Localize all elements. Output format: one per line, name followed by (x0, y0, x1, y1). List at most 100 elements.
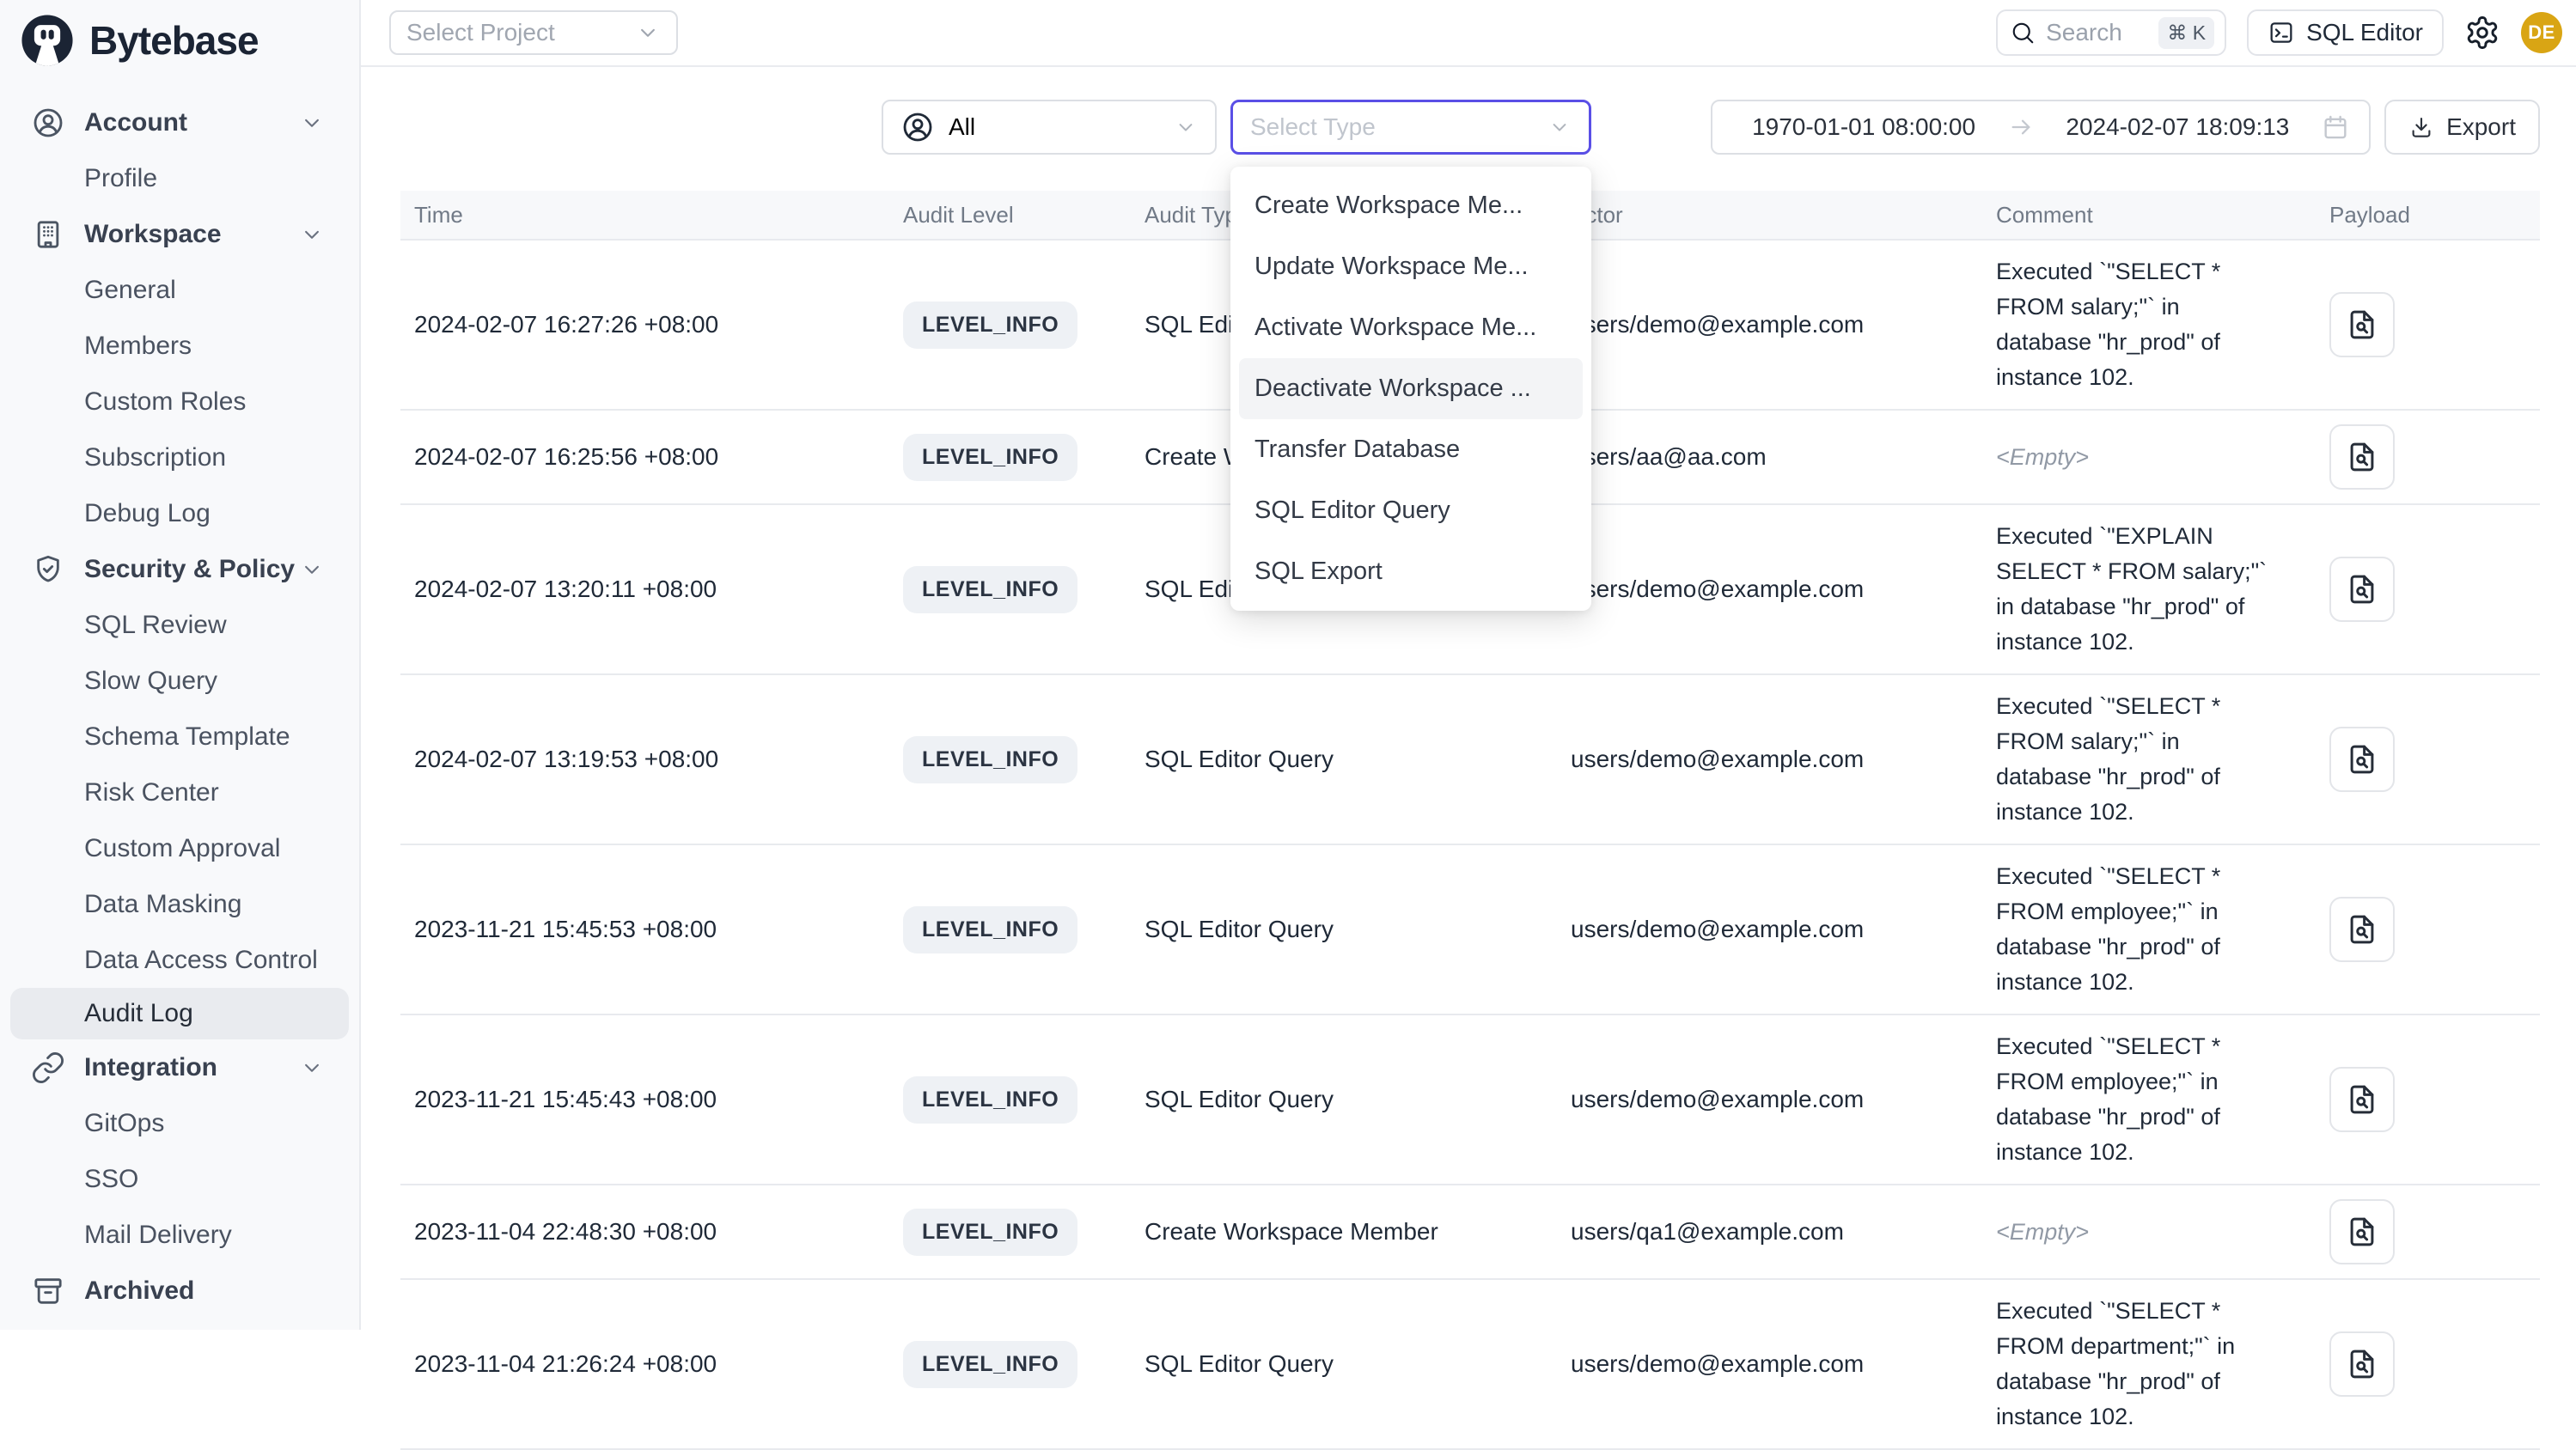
sidebar-item-data-masking[interactable]: Data Masking (0, 876, 359, 932)
sidebar-section-security-policy[interactable]: Security & Policy (0, 541, 359, 597)
sidebar-item-custom-roles[interactable]: Custom Roles (0, 374, 359, 430)
cell-audit-level: LEVEL_INFO (889, 1341, 1131, 1388)
type-filter-select[interactable]: Select Type (1230, 100, 1591, 155)
table-row: 2023-11-04 22:48:30 +08:00LEVEL_INFOCrea… (400, 1185, 2540, 1280)
sidebar-item-label: Archived (84, 1276, 194, 1306)
chevron-down-icon (1174, 115, 1198, 139)
link-icon (31, 1051, 65, 1085)
dropdown-option-transfer-database[interactable]: Transfer Database (1239, 419, 1583, 480)
date-range-picker[interactable]: 1970-01-01 08:00:00 2024-02-07 18:09:13 (1711, 100, 2371, 155)
dropdown-option-activate-workspace-me[interactable]: Activate Workspace Me... (1239, 297, 1583, 358)
table-row: 2023-11-21 15:45:53 +08:00LEVEL_INFOSQL … (400, 845, 2540, 1015)
top-bar: Select Project Search ⌘ K SQL Editor DE (361, 0, 2576, 67)
sidebar-section-integration[interactable]: Integration (0, 1039, 359, 1095)
sidebar-item-schema-template[interactable]: Schema Template (0, 709, 359, 765)
sidebar-item-label: SSO (84, 1165, 138, 1194)
sidebar-item-label: Risk Center (84, 778, 219, 807)
sidebar-item-label: General (84, 276, 176, 305)
sidebar-item-sql-review[interactable]: SQL Review (0, 597, 359, 653)
sidebar-nav: Account ProfileWorkspace General Members Cus… (0, 94, 359, 1319)
sidebar-section-archived[interactable]: Archived (0, 1263, 359, 1319)
sidebar-item-mail-delivery[interactable]: Mail Delivery (0, 1207, 359, 1263)
payload-view-button[interactable] (2329, 1331, 2395, 1397)
export-button[interactable]: Export (2384, 100, 2540, 155)
arrow-right-icon (2007, 113, 2035, 141)
cell-comment: Executed `"SELECT * FROM employee;"` in … (1982, 1029, 2316, 1170)
sidebar-item-label: Data Masking (84, 890, 241, 919)
dropdown-option-deactivate-workspace[interactable]: Deactivate Workspace ... (1239, 358, 1583, 419)
cell-time: 2024-02-07 16:25:56 +08:00 (400, 443, 889, 471)
cell-time: 2024-02-07 16:27:26 +08:00 (400, 311, 889, 338)
sidebar-item-slow-query[interactable]: Slow Query (0, 653, 359, 709)
sidebar-item-label: Custom Approval (84, 834, 280, 863)
sidebar-section-workspace[interactable]: Workspace (0, 206, 359, 262)
sidebar-item-profile[interactable]: Profile (0, 150, 359, 206)
cell-payload (2316, 1331, 2540, 1397)
search-icon (2010, 20, 2036, 46)
sidebar-item-label: Members (84, 332, 192, 361)
file-search-icon (2344, 1346, 2380, 1382)
payload-view-button[interactable] (2329, 897, 2395, 962)
sidebar-item-label: Slow Query (84, 667, 217, 696)
chevron-down-icon (1547, 115, 1572, 139)
calendar-icon (2321, 113, 2350, 142)
user-circle-icon (900, 110, 935, 144)
cell-audit-type: SQL Editor Query (1131, 1086, 1557, 1113)
search-shortcut-badge: ⌘ K (2158, 17, 2214, 49)
cell-audit-type: Create Workspace Member (1131, 1218, 1557, 1246)
file-search-icon (2344, 1214, 2380, 1250)
actor-filter-select[interactable]: All (882, 100, 1217, 155)
sidebar-item-label: Audit Log (84, 999, 193, 1028)
sidebar-section-account[interactable]: Account (0, 94, 359, 150)
dropdown-option-sql-export[interactable]: SQL Export (1239, 541, 1583, 602)
sidebar-item-label: Subscription (84, 443, 226, 472)
level-badge: LEVEL_INFO (903, 1076, 1077, 1124)
sidebar-item-general[interactable]: General (0, 262, 359, 318)
payload-view-button[interactable] (2329, 557, 2395, 622)
sidebar-item-members[interactable]: Members (0, 318, 359, 374)
dropdown-option-create-workspace-me[interactable]: Create Workspace Me... (1239, 175, 1583, 236)
column-header-audit-level: Audit Level (889, 202, 1131, 228)
level-badge: LEVEL_INFO (903, 566, 1077, 613)
sidebar-item-custom-approval[interactable]: Custom Approval (0, 820, 359, 876)
sidebar-item-label: Account (84, 108, 187, 137)
sidebar-item-subscription[interactable]: Subscription (0, 430, 359, 485)
cell-audit-type: SQL Editor Query (1131, 746, 1557, 773)
date-range-end[interactable]: 2024-02-07 18:09:13 (2066, 113, 2289, 141)
sidebar-item-gitops[interactable]: GitOps (0, 1095, 359, 1151)
sql-editor-label: SQL Editor (2306, 19, 2423, 46)
dropdown-option-update-workspace-me[interactable]: Update Workspace Me... (1239, 236, 1583, 297)
bytebase-logo[interactable]: Bytebase (0, 0, 359, 81)
search-input[interactable]: Search ⌘ K (1996, 9, 2226, 56)
gear-icon[interactable] (2464, 15, 2500, 51)
sidebar-item-audit-log[interactable]: Audit Log (10, 988, 349, 1039)
archive-icon (31, 1274, 65, 1308)
dropdown-option-sql-editor-query[interactable]: SQL Editor Query (1239, 480, 1583, 541)
type-filter-placeholder: Select Type (1250, 113, 1376, 141)
payload-view-button[interactable] (2329, 1199, 2395, 1264)
sidebar-item-debug-log[interactable]: Debug Log (0, 485, 359, 541)
payload-view-button[interactable] (2329, 424, 2395, 490)
cell-audit-type: SQL Editor Query (1131, 916, 1557, 943)
sidebar-item-risk-center[interactable]: Risk Center (0, 765, 359, 820)
cell-time: 2023-11-04 21:26:24 +08:00 (400, 1350, 889, 1378)
sidebar-item-label: Integration (84, 1053, 217, 1082)
brand-name: Bytebase (89, 17, 259, 64)
payload-view-button[interactable] (2329, 1067, 2395, 1132)
cell-audit-level: LEVEL_INFO (889, 736, 1131, 783)
payload-view-button[interactable] (2329, 727, 2395, 792)
date-range-start[interactable]: 1970-01-01 08:00:00 (1752, 113, 1975, 141)
payload-view-button[interactable] (2329, 292, 2395, 357)
cell-time: 2023-11-21 15:45:43 +08:00 (400, 1086, 889, 1113)
column-header-time: Time (400, 202, 889, 228)
project-select[interactable]: Select Project (389, 10, 678, 55)
sidebar-item-sso[interactable]: SSO (0, 1151, 359, 1207)
cell-audit-type: SQL Editor Query (1131, 1350, 1557, 1378)
cell-comment: <Empty> (1982, 440, 2316, 475)
sidebar-item-label: Custom Roles (84, 387, 246, 417)
export-label: Export (2446, 113, 2516, 141)
sql-editor-button[interactable]: SQL Editor (2247, 9, 2444, 56)
sidebar-item-data-access-control[interactable]: Data Access Control (0, 932, 359, 988)
level-badge: LEVEL_INFO (903, 736, 1077, 783)
avatar[interactable]: DE (2521, 12, 2562, 53)
